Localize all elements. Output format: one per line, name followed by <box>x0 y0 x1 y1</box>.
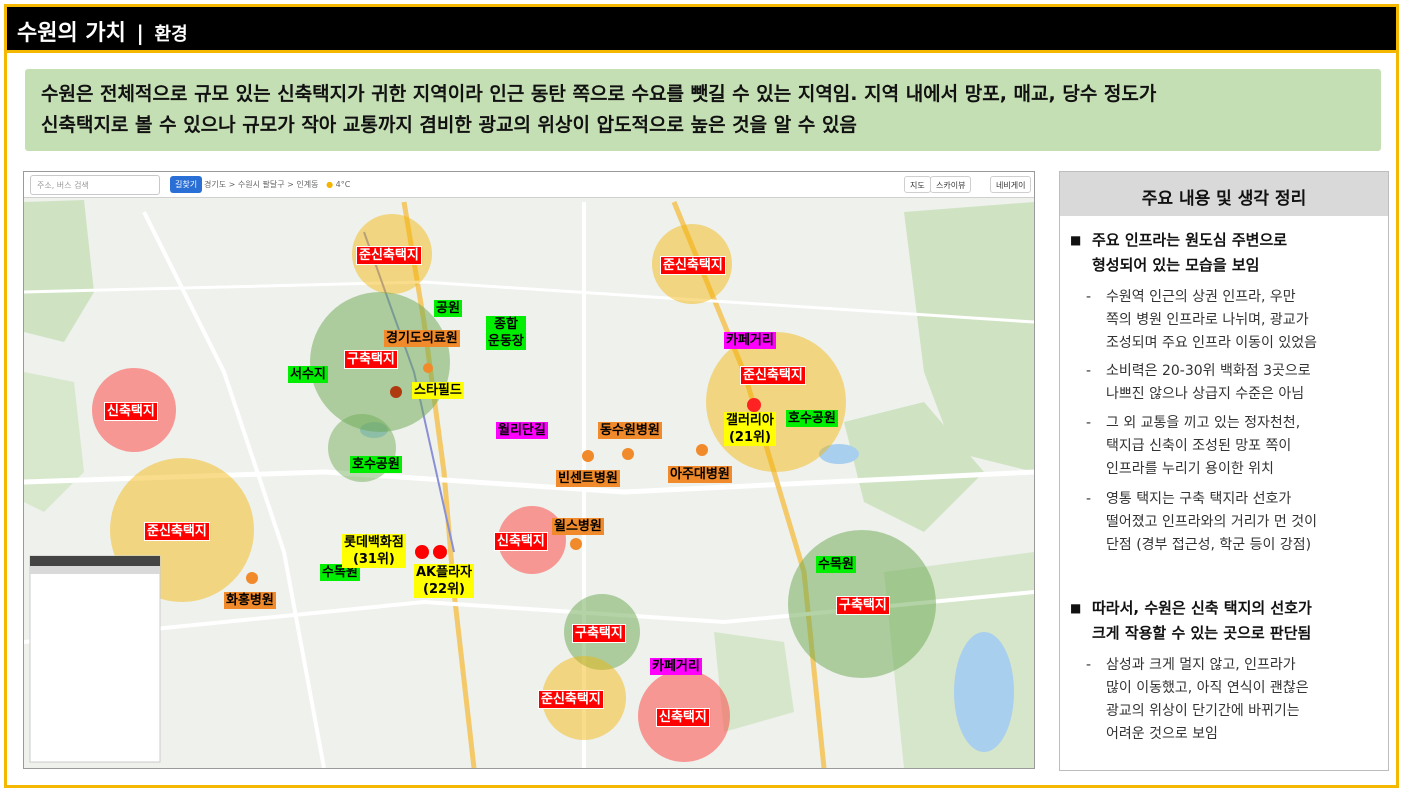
title-main: 수원의 가치 <box>17 21 126 46</box>
dash-bullet: - <box>1086 289 1092 305</box>
detail-line: 영통 택지는 구축 택지라 선호가 <box>1106 491 1292 507</box>
hospital-label: 윌스병원 <box>552 518 604 535</box>
park-label: 호수공원 <box>350 456 402 473</box>
key-point-line: 크게 작용할 수 있는 곳으로 판단됨 <box>1092 624 1312 642</box>
hospital-label: 아주대병원 <box>668 466 732 483</box>
detail-line: 인프라를 누리기 용이한 위치 <box>1106 461 1274 477</box>
summary-box: 수원은 전체적으로 규모 있는 신축택지가 귀한 지역이라 인근 동탄 쪽으로 … <box>25 69 1381 151</box>
zone-label: 신축택지 <box>104 402 158 421</box>
park-label: 공원 <box>434 300 462 317</box>
summary-line-2: 신축택지로 볼 수 있으나 규모가 작아 교통까지 겸비한 광교의 위상이 압도… <box>41 114 857 136</box>
zone-label: 신축택지 <box>494 532 548 551</box>
dash-bullet: - <box>1086 491 1092 507</box>
map-mode-button[interactable]: 지도 <box>904 176 931 193</box>
park-label: 수목원 <box>816 556 856 573</box>
weather-icon: ● <box>326 180 334 189</box>
hospital-label: 빈센트병원 <box>556 470 620 487</box>
mall-label: 갤러리아 (21위) <box>724 412 776 446</box>
detail-line: 어려운 것으로 보임 <box>1106 726 1218 742</box>
dash-bullet: - <box>1086 363 1092 379</box>
zone-label: 구축택지 <box>572 624 626 643</box>
hospital-label: 경기도의료원 <box>384 330 460 347</box>
skyview-button[interactable]: 스카이뷰 <box>930 176 972 193</box>
detail-line: 떨어졌고 인프라와의 거리가 먼 것이 <box>1106 514 1317 530</box>
detail-line: 택지급 신축이 조성된 망포 쪽이 <box>1106 438 1292 454</box>
dash-bullet: - <box>1086 415 1092 431</box>
summary-line-1: 수원은 전체적으로 규모 있는 신축택지가 귀한 지역이라 인근 동탄 쪽으로 … <box>41 83 1157 105</box>
detail-line: 소비력은 20-30위 백화점 3곳으로 <box>1106 363 1311 379</box>
detail-line: 단점 (경부 접근성, 학군 등이 강점) <box>1106 537 1312 553</box>
slide-frame: 수원의 가치 | 환경 수원은 전체적으로 규모 있는 신축택지가 귀한 지역이… <box>4 4 1399 788</box>
zone-label: 신축택지 <box>656 708 710 727</box>
detail-line: 삼성과 크게 멀지 않고, 인프라가 <box>1106 657 1296 673</box>
zone-label: 준신축택지 <box>660 256 726 275</box>
detail-line: 많이 이동했고, 아직 연식이 괜찮은 <box>1106 680 1309 696</box>
title-separator: | <box>136 21 144 45</box>
zone-label: 준신축택지 <box>538 690 604 709</box>
map-breadcrumb: 경기도 > 수원시 팔달구 > 인계동 ● 4°C <box>204 179 350 190</box>
mall-label: AK플라자 (22위) <box>414 564 475 598</box>
square-bullet-icon: ■ <box>1070 601 1082 615</box>
map-search-input[interactable]: 주소, 버스 검색 <box>30 175 160 195</box>
key-point-line: 따라서, 수원은 신축 택지의 선호가 <box>1092 599 1312 617</box>
park-label: 호수공원 <box>786 410 838 427</box>
park-label: 종합 운동장 <box>486 316 526 350</box>
map-view[interactable]: 주소, 버스 검색 길찾기 경기도 > 수원시 팔달구 > 인계동 ● 4°C … <box>23 171 1035 769</box>
mall-label: 롯데백화점 (31위) <box>342 534 406 568</box>
detail-line: 쪽의 병원 인프라로 나뉘며, 광교가 <box>1106 312 1309 328</box>
notes-panel-title: 주요 내용 및 생각 정리 <box>1060 172 1388 216</box>
zone-label: 준신축택지 <box>356 246 422 265</box>
title-subtitle: 환경 <box>154 24 188 45</box>
title-bar: 수원의 가치 | 환경 <box>7 7 1396 53</box>
hospital-label: 동수원병원 <box>598 422 662 439</box>
detail-line: 수원역 인근의 상권 인프라, 우만 <box>1106 289 1296 305</box>
cafe-street-label: 월리단길 <box>496 422 548 439</box>
map-breadcrumb-text: 경기도 > 수원시 팔달구 > 인계동 <box>204 180 319 189</box>
detail-line: 그 외 교통을 끼고 있는 정자천천, <box>1106 415 1301 431</box>
cafe-street-label: 카페거리 <box>724 332 776 349</box>
dash-bullet: - <box>1086 657 1092 673</box>
square-bullet-icon: ■ <box>1070 233 1082 247</box>
map-toolbar: 주소, 버스 검색 길찾기 경기도 > 수원시 팔달구 > 인계동 ● 4°C … <box>24 172 1034 198</box>
mall-label: 스타필드 <box>412 382 464 399</box>
zone-label: 준신축택지 <box>740 366 806 385</box>
map-canvas <box>24 172 1034 768</box>
hospital-label: 화홍병원 <box>224 592 276 609</box>
detail-line: 광교의 위상이 단기간에 바뀌기는 <box>1106 703 1300 719</box>
key-point-line: 형성되어 있는 모습을 보임 <box>1092 256 1260 274</box>
weather-text: 4°C <box>335 180 351 189</box>
page-title: 수원의 가치 | 환경 <box>17 15 188 47</box>
more-button[interactable]: 네비게이 <box>990 176 1032 193</box>
detail-line: 조성되며 주요 인프라 이동이 있었음 <box>1106 335 1317 351</box>
zone-label: 준신축택지 <box>144 522 210 541</box>
detail-line: 나쁘진 않으나 상급지 수준은 아님 <box>1106 386 1305 402</box>
zone-label: 구축택지 <box>344 350 398 369</box>
park-label: 서수지 <box>288 366 328 383</box>
zone-label: 구축택지 <box>836 596 890 615</box>
cafe-street-label: 카페거리 <box>650 658 702 675</box>
notes-panel: 주요 내용 및 생각 정리 ■ 주요 인프라는 원도심 주변으로 형성되어 있는… <box>1059 171 1389 771</box>
route-button[interactable]: 길찾기 <box>170 176 203 193</box>
key-point-line: 주요 인프라는 원도심 주변으로 <box>1092 231 1288 249</box>
